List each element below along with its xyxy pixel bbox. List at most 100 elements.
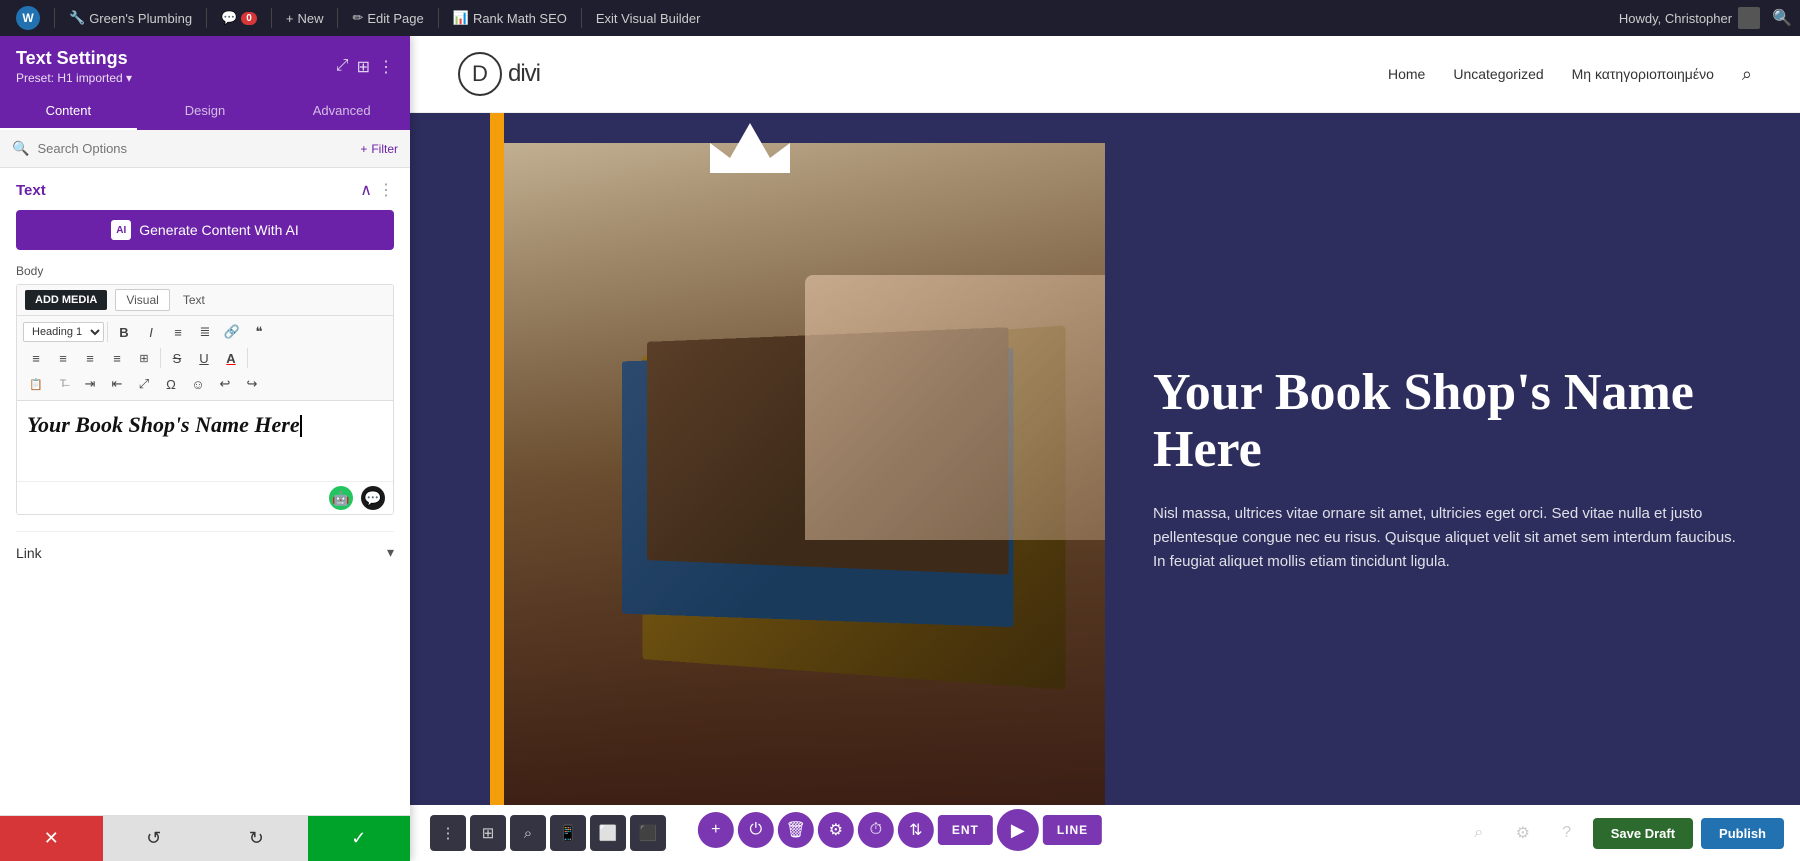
visual-tab[interactable]: Visual xyxy=(115,289,169,311)
module-history-button[interactable]: ⏱ xyxy=(858,812,894,848)
save-draft-button[interactable]: Save Draft xyxy=(1593,818,1693,849)
filter-button[interactable]: + Filter xyxy=(360,142,398,156)
align-center-button[interactable]: ≡ xyxy=(50,346,76,370)
zoom-button[interactable]: ⌕ xyxy=(510,815,546,851)
tab-content[interactable]: Content xyxy=(0,93,137,130)
admin-search-icon[interactable]: 🔍 xyxy=(1772,8,1792,28)
grid-layout-button[interactable]: ⊞ xyxy=(470,815,506,851)
search-options-input[interactable] xyxy=(37,141,352,156)
hero-section: Your Book Shop's Name Here Nisl massa, u… xyxy=(410,113,1800,805)
nav-search-icon[interactable]: ⌕ xyxy=(1742,64,1752,85)
edit-page-item[interactable]: ✏ Edit Page xyxy=(344,6,431,30)
redo-button[interactable]: ↻ xyxy=(205,816,308,861)
format-row-2: ≡ ≡ ≡ ≡ ⊞ S U A xyxy=(23,346,387,370)
new-label: New xyxy=(297,11,323,26)
publish-button[interactable]: Publish xyxy=(1701,818,1784,849)
format-toolbar: Heading 1 B I ≡ ≣ 🔗 ❝ ≡ ≡ ≡ ≡ ⊞ xyxy=(17,316,393,401)
more-icon[interactable]: ⋮ xyxy=(378,57,394,77)
module-sort-button[interactable]: ⇅ xyxy=(898,812,934,848)
bold-button[interactable]: B xyxy=(111,320,137,344)
mobile-view-button[interactable]: 📱 xyxy=(550,815,586,851)
canvas-help-icon[interactable]: ? xyxy=(1549,815,1585,851)
heading-select[interactable]: Heading 1 xyxy=(23,322,104,342)
align-left-button[interactable]: ≡ xyxy=(23,346,49,370)
module-add-button[interactable]: + xyxy=(698,812,734,848)
fullscreen-icon[interactable]: ⤢ xyxy=(336,57,349,77)
section-menu-icon[interactable]: ⋮ xyxy=(378,180,394,200)
separator-5 xyxy=(438,8,439,28)
align-right-button[interactable]: ≡ xyxy=(77,346,103,370)
italic-button[interactable]: I xyxy=(138,320,164,344)
cancel-button[interactable]: ✕ xyxy=(0,816,103,861)
text-tab[interactable]: Text xyxy=(172,289,216,311)
undo-editor-button[interactable]: ↩ xyxy=(212,372,238,396)
module-nav-button[interactable]: ▶ xyxy=(997,809,1039,851)
divider-3 xyxy=(247,348,248,368)
unordered-list-button[interactable]: ≡ xyxy=(165,320,191,344)
table-button[interactable]: ⊞ xyxy=(131,346,157,370)
strikethrough-button[interactable]: S xyxy=(164,346,190,370)
link-section[interactable]: Link ▾ xyxy=(16,531,394,573)
module-settings-button[interactable]: ⚙ xyxy=(818,812,854,848)
canvas-bottom-toolbar-left: ⋮ ⊞ ⌕ 📱 ⬜ ⬛ xyxy=(430,815,666,851)
module-power-button[interactable]: ⏻ xyxy=(738,812,774,848)
link-button[interactable]: 🔗 xyxy=(219,320,245,344)
canvas-search-icon[interactable]: ⌕ xyxy=(1461,815,1497,851)
logo-circle: D xyxy=(458,52,502,96)
align-justify-button[interactable]: ≡ xyxy=(104,346,130,370)
rank-math-item[interactable]: 📊 Rank Math SEO xyxy=(445,6,575,30)
special-chars-button[interactable]: Ω xyxy=(158,372,184,396)
panel-content: Text ∧ ⋮ AI Generate Content With AI Bod… xyxy=(0,168,410,815)
more-options-button[interactable]: ⋮ xyxy=(430,815,466,851)
editor-top-bar: ADD MEDIA Visual Text xyxy=(17,285,393,316)
indent-button[interactable]: ⇥ xyxy=(77,372,103,396)
nav-home[interactable]: Home xyxy=(1388,66,1425,82)
underline-button[interactable]: U xyxy=(191,346,217,370)
desktop-view-button[interactable]: ⬛ xyxy=(630,815,666,851)
emoji-button[interactable]: ☺ xyxy=(185,372,211,396)
new-item[interactable]: + New xyxy=(278,7,332,30)
color-button[interactable]: A xyxy=(218,346,244,370)
add-media-button[interactable]: ADD MEDIA xyxy=(25,290,107,310)
collapse-icon[interactable]: ∧ xyxy=(360,180,372,200)
hero-right: Your Book Shop's Name Here Nisl massa, u… xyxy=(1105,113,1800,805)
nav-greek[interactable]: Μη κατηγοριοποιημένο xyxy=(1572,66,1714,82)
confirm-button[interactable]: ✓ xyxy=(308,816,411,861)
tab-advanced[interactable]: Advanced xyxy=(273,93,410,130)
separator-2 xyxy=(206,8,207,28)
ai-assist-icon[interactable]: 🤖 xyxy=(329,486,353,510)
yellow-accent-bar xyxy=(490,113,504,805)
cursor xyxy=(300,415,302,437)
redo-editor-button[interactable]: ↪ xyxy=(239,372,265,396)
expand-button[interactable]: ⤢ xyxy=(131,372,157,396)
editor-body[interactable]: Your Book Shop's Name Here xyxy=(17,401,393,481)
site-name-item[interactable]: 🔧 Green's Plumbing xyxy=(61,6,200,30)
ordered-list-button[interactable]: ≣ xyxy=(192,320,218,344)
module-delete-button[interactable]: 🗑 xyxy=(778,812,814,848)
undo-button[interactable]: ↺ xyxy=(103,816,206,861)
tablet-view-button[interactable]: ⬜ xyxy=(590,815,626,851)
format-row-3: 📋 T̶ ⇥ ⇤ ⤢ Ω ☺ ↩ ↪ xyxy=(23,372,387,396)
admin-bar: W 🔧 Green's Plumbing 💬 0 + New ✏ Edit Pa… xyxy=(0,0,1800,36)
left-panel: Text Settings Preset: H1 imported ▾ ⤢ ⊞ … xyxy=(0,36,410,861)
comments-item[interactable]: 💬 0 xyxy=(213,6,265,30)
quote-button[interactable]: ❝ xyxy=(246,320,272,344)
outdent-button[interactable]: ⇤ xyxy=(104,372,130,396)
filter-label: Filter xyxy=(371,142,398,156)
section-controls: ∧ ⋮ xyxy=(360,180,394,200)
exit-label: Exit Visual Builder xyxy=(596,11,701,26)
nav-uncategorized[interactable]: Uncategorized xyxy=(1453,66,1543,82)
paste-button[interactable]: 📋 xyxy=(23,372,49,396)
grid-view-icon[interactable]: ⊞ xyxy=(357,57,370,77)
canvas-settings-icon[interactable]: ⚙ xyxy=(1505,815,1541,851)
tab-design[interactable]: Design xyxy=(137,93,274,130)
user-avatar xyxy=(1738,7,1760,29)
clear-format-button[interactable]: T̶ xyxy=(50,372,76,396)
howdy-area[interactable]: Howdy, Christopher xyxy=(1619,7,1760,29)
wp-logo-item[interactable]: W xyxy=(8,2,48,34)
chat-icon[interactable]: 💬 xyxy=(361,486,385,510)
panel-preset[interactable]: Preset: H1 imported ▾ xyxy=(16,71,132,85)
exit-builder-item[interactable]: Exit Visual Builder xyxy=(588,7,709,30)
ai-generate-button[interactable]: AI Generate Content With AI xyxy=(16,210,394,250)
main-canvas: D divi Home Uncategorized Μη κατηγοριοπο… xyxy=(410,36,1800,861)
